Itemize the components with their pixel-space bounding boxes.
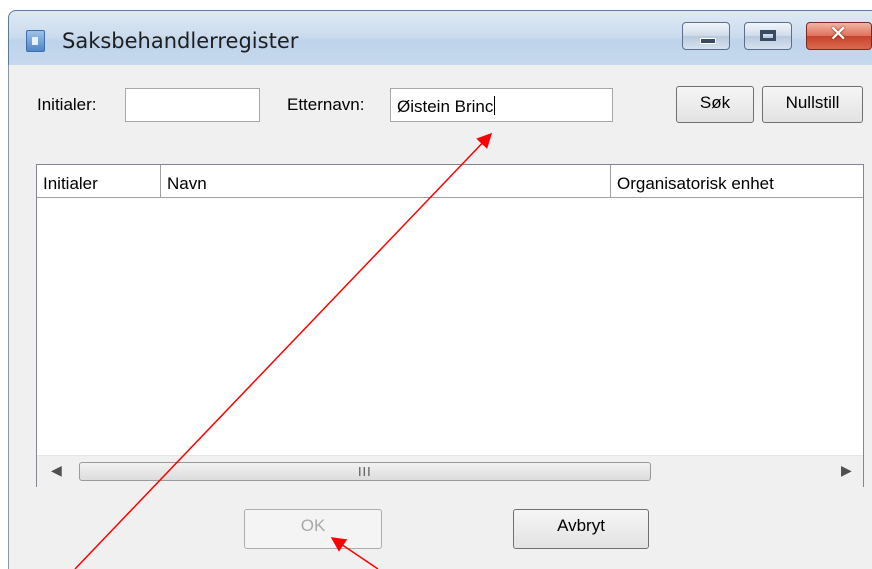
annotation-arrow-to-ok [330, 537, 379, 569]
annotation-overlay [74, 132, 493, 569]
annotation-arrow-to-lastname [74, 132, 493, 569]
dialog-window: Saksbehandlerregister ✕ Initialer: Etter… [0, 0, 872, 569]
